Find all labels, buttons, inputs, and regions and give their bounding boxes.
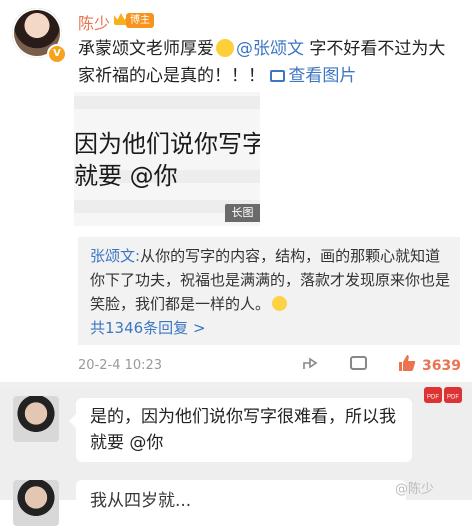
- post-text: 承蒙颂文老师厚爱 @张颂文 字不好看不过为大家祈福的心是真的！！！ 查看图片: [78, 36, 458, 90]
- like-count: 3639: [422, 358, 461, 374]
- image-icon: [270, 70, 286, 82]
- chat-bubble-2-text: 我从四岁就...: [90, 491, 192, 511]
- mention-link[interactable]: @张颂文: [236, 39, 304, 59]
- chat-avatar-2: [13, 480, 59, 526]
- long-image-badge: 长图: [225, 204, 260, 222]
- reply-author[interactable]: 张颂文:: [90, 247, 140, 265]
- pdf-label-1: PDF: [427, 395, 439, 401]
- pdf-label-2: PDF: [447, 395, 459, 401]
- reply-text: 张颂文:从你的写字的内容，结构，画的那颗心就知道你下了功夫，祝福也是满满的，落款…: [90, 244, 450, 316]
- handwriting-text: 因为他们说你写字很 就要 @你: [74, 128, 260, 192]
- blogger-badge: 博主: [126, 13, 154, 28]
- verified-badge: V: [47, 44, 67, 64]
- reply-body: 从你的写字的内容，结构，画的那颗心就知道你下了功夫，祝福也是满满的，落款才发现原…: [90, 247, 451, 313]
- comment-icon[interactable]: [350, 356, 367, 370]
- share-icon[interactable]: [302, 355, 318, 371]
- hug-emoji-icon: [216, 39, 234, 57]
- view-image-link[interactable]: 查看图片: [270, 66, 356, 86]
- view-image-label: 查看图片: [288, 66, 357, 86]
- chat-bubble-text: 是的，因为他们说你写字很难看，所以我就要 @你: [90, 407, 396, 453]
- chat-avatar: [13, 396, 59, 442]
- smile-emoji-icon: [272, 296, 288, 311]
- handwriting-line-1: 因为他们说你写字很: [74, 130, 260, 158]
- author-name[interactable]: 陈少: [78, 10, 110, 34]
- handwriting-line-2: 就要 @你: [74, 162, 178, 190]
- watermark: @陈少: [395, 482, 435, 497]
- reply-count-link[interactable]: 共1346条回复 >: [90, 317, 206, 338]
- post-text-before: 承蒙颂文老师厚爱: [78, 39, 214, 59]
- post-timestamp: 20-2-4 10:23: [78, 358, 163, 373]
- pdf-icon: PDF PDF: [424, 387, 462, 403]
- like-icon[interactable]: [398, 354, 416, 372]
